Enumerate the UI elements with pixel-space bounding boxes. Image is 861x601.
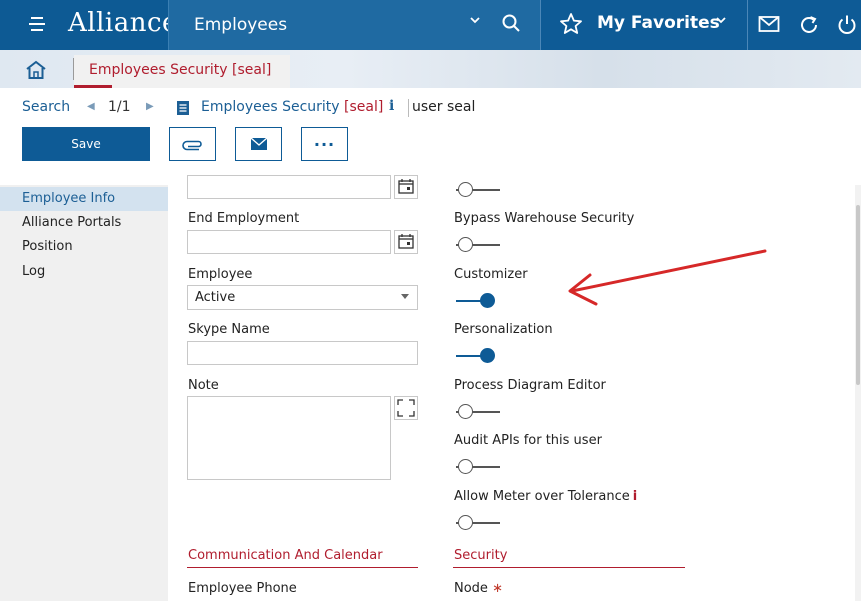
chevron-down-icon[interactable] [715,14,727,30]
employee-status-select[interactable]: Active [187,285,418,310]
expand-icon[interactable] [394,396,418,424]
paperclip-icon [181,140,202,151]
menu-icon[interactable] [29,17,47,33]
favorites-label: My Favorites [597,13,720,33]
refresh-icon[interactable] [798,14,820,40]
allow-meter-toggle[interactable] [456,515,500,531]
end-employment-label: End Employment [188,211,300,226]
chevron-down-icon[interactable] [401,294,409,299]
node-label: Node ∗ [454,581,503,596]
scrollbar[interactable] [855,185,861,601]
email-button[interactable] [235,127,282,161]
section-divider [453,567,685,568]
skype-name-label: Skype Name [188,322,270,337]
skype-name-field[interactable] [187,341,418,365]
audit-apis-label: Audit APIs for this user [454,433,602,448]
info-icon[interactable]: i [633,489,637,504]
alliance-logo[interactable]: Alliance [68,8,178,38]
sidebar-item-log[interactable]: Log [0,260,168,284]
section-security-heading: Security [454,548,508,563]
document-icon [176,100,190,120]
search-icon[interactable] [501,13,521,37]
sidebar-item-alliance-portals[interactable]: Alliance Portals [0,211,168,235]
section-divider [187,567,418,568]
section-communication-heading: Communication And Calendar [188,548,383,563]
employee-label: Employee [188,267,253,282]
scrollbar-thumb[interactable] [856,205,860,385]
audit-apis-toggle[interactable] [456,459,500,475]
calendar-icon[interactable] [394,175,418,203]
record-suffix: [seal] [344,99,384,115]
previous-record-button[interactable]: ◀ [87,101,95,112]
save-button[interactable]: Save [22,127,150,161]
note-textarea[interactable] [187,396,391,480]
home-icon[interactable] [25,60,47,84]
page-indicator: 1/1 [108,99,131,115]
employee-status-value: Active [195,290,236,305]
power-icon[interactable] [836,14,858,40]
employee-phone-label: Employee Phone [188,581,297,596]
allow-meter-text: Allow Meter over Tolerance [454,489,630,504]
allow-meter-label: Allow Meter over Tolerance i [454,489,637,504]
more-glyph: ··· [313,134,336,154]
header-actions [747,0,861,50]
top-bar: Alliance Employees My Favorites [0,0,861,50]
section-sidebar: Employee Info Alliance Portals Position … [0,185,168,601]
favorites-menu[interactable]: My Favorites [540,0,747,50]
toggle-top[interactable] [456,182,500,198]
next-record-button[interactable]: ▶ [146,101,154,112]
search-link[interactable]: Search [22,99,70,115]
required-marker: ∗ [492,581,503,596]
bypass-warehouse-toggle[interactable] [456,237,500,253]
tab-active-indicator [74,85,112,88]
customizer-toggle[interactable] [456,293,500,309]
star-icon [559,12,583,40]
brand-area: Alliance [0,0,177,50]
customizer-label: Customizer [454,267,528,282]
end-employment-field[interactable] [187,230,391,254]
process-diagram-editor-toggle[interactable] [456,404,500,420]
personalization-label: Personalization [454,322,553,337]
sidebar-item-position[interactable]: Position [0,235,168,259]
note-label: Note [188,378,219,393]
sidebar-item-employee-info[interactable]: Employee Info [0,187,168,211]
mail-icon [250,137,267,150]
annotation-arrow [560,245,772,315]
record-title-text: Employees Security [201,99,340,115]
start-employment-field[interactable] [187,175,391,199]
process-diagram-editor-label: Process Diagram Editor [454,378,606,393]
personalization-toggle[interactable] [456,348,500,364]
node-label-text: Node [454,581,488,596]
module-title: Employees [194,15,288,35]
record-user: user seal [412,99,476,115]
calendar-icon[interactable] [394,230,418,258]
record-title: Employees Security [seal] [201,99,383,115]
more-actions-button[interactable]: ··· [301,127,348,161]
mail-icon[interactable] [758,14,780,38]
chevron-down-icon[interactable] [469,14,481,30]
bypass-warehouse-label: Bypass Warehouse Security [454,211,635,226]
attach-button[interactable] [169,127,216,161]
module-selector[interactable]: Employees [168,0,540,50]
info-icon[interactable]: i [389,98,394,114]
record-divider [408,99,409,117]
tab-label[interactable]: Employees Security [seal] [89,62,271,78]
